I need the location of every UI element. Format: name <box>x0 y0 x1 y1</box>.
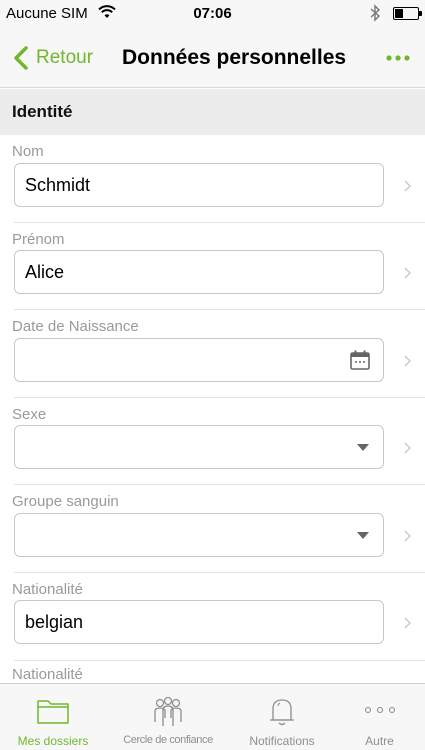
tab-cercle-de-confiance[interactable]: Cercle de confiance <box>106 684 230 750</box>
field-label: Date de Naissance <box>12 318 139 335</box>
field-prenom: Prénom Alice <box>0 223 425 310</box>
chevron-right-icon[interactable] <box>403 529 412 543</box>
sexe-select[interactable] <box>14 425 384 469</box>
more-dots-icon <box>364 706 396 714</box>
field-groupe-sanguin: Groupe sanguin <box>0 485 425 573</box>
battery-tip <box>419 11 422 16</box>
field-value: Alice <box>25 262 65 282</box>
field-nationalite: Nationalité belgian <box>0 573 425 661</box>
bluetooth-icon <box>370 4 381 22</box>
section-title: Identité <box>12 102 73 121</box>
chevron-right-icon[interactable] <box>403 179 412 193</box>
field-label: Prénom <box>12 231 65 248</box>
section-header: Identité <box>0 89 425 135</box>
tab-label: Mes dossiers <box>17 734 89 748</box>
field-nationalite-2: Nationalité <box>0 661 425 683</box>
date-naissance-input[interactable] <box>14 338 384 382</box>
tab-autre[interactable]: Autre <box>334 684 425 750</box>
field-sexe: Sexe <box>0 398 425 485</box>
tab-mes-dossiers[interactable]: Mes dossiers <box>0 684 106 750</box>
tab-bar: Mes dossiers Cercle de confiance Notific… <box>0 683 425 750</box>
ellipsis-icon[interactable] <box>384 52 412 64</box>
field-label: Nom <box>12 143 44 160</box>
dropdown-arrow-icon <box>357 444 369 451</box>
page-title: Données personnelles <box>122 46 347 69</box>
dropdown-arrow-icon <box>357 532 369 539</box>
chevron-right-icon[interactable] <box>403 354 412 368</box>
field-label: Nationalité <box>12 581 83 598</box>
tab-label: Cercle de confiance <box>123 734 213 746</box>
chevron-right-icon[interactable] <box>403 616 412 630</box>
folder-icon <box>37 700 69 724</box>
back-button[interactable]: Retour <box>12 43 93 73</box>
field-value: belgian <box>25 612 84 632</box>
nationalite-input[interactable]: belgian <box>14 600 384 644</box>
battery-icon <box>393 7 419 20</box>
status-bar: Aucune SIM 07:06 <box>0 0 425 28</box>
field-label: Nationalité <box>12 666 83 683</box>
people-group-icon <box>154 696 182 726</box>
status-time: 07:06 <box>193 5 232 22</box>
field-nom: Nom Schmidt <box>0 135 425 223</box>
navigation-bar: Retour Données personnelles <box>0 28 425 88</box>
calendar-icon[interactable] <box>349 349 371 371</box>
back-button-label: Retour <box>36 47 94 68</box>
tab-label: Notifications <box>249 734 315 748</box>
field-label: Sexe <box>12 406 47 423</box>
tab-notifications[interactable]: Notifications <box>230 684 334 750</box>
chevron-right-icon[interactable] <box>403 441 412 455</box>
tab-label: Autre <box>365 734 394 748</box>
field-label: Groupe sanguin <box>12 493 119 510</box>
nom-input[interactable]: Schmidt <box>14 163 384 207</box>
prenom-input[interactable]: Alice <box>14 250 384 294</box>
chevron-left-icon <box>14 46 28 70</box>
bell-icon <box>270 699 294 726</box>
field-value: Schmidt <box>25 175 91 195</box>
field-date-naissance: Date de Naissance <box>0 310 425 398</box>
groupe-sanguin-select[interactable] <box>14 513 384 557</box>
chevron-right-icon[interactable] <box>403 266 412 280</box>
